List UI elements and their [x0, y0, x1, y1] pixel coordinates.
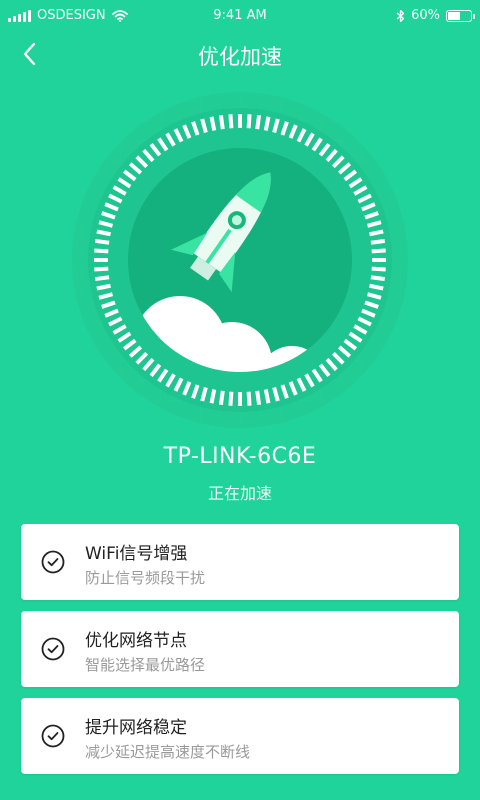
ring-tick [246, 114, 252, 129]
battery-percent: 60% [411, 8, 440, 23]
ring-tick [263, 389, 271, 404]
task-subtitle: 智能选择最优路径 [85, 656, 206, 674]
ring-tick [369, 229, 384, 237]
check-circle-icon [41, 550, 65, 574]
ring-tick [246, 391, 252, 406]
task-title: 优化网络节点 [85, 631, 187, 651]
ring-tick [96, 283, 111, 291]
ring-tick [371, 248, 386, 254]
check-circle-icon [41, 637, 65, 661]
ring-tick [96, 229, 111, 237]
task-title: WiFi信号增强 [85, 544, 188, 564]
ring-tick [369, 283, 384, 291]
progress-ring [70, 80, 410, 440]
ring-tick [255, 114, 262, 130]
page-title: 优化加速 [198, 45, 282, 69]
ring-tick [371, 266, 386, 272]
ring-tick [209, 389, 217, 404]
nav-bar: 优化加速 [0, 32, 480, 76]
task-card-wifi-boost[interactable]: WiFi信号增强 防止信号频段干扰 [21, 524, 459, 600]
ring-tick [94, 248, 109, 254]
ring-tick [218, 114, 225, 130]
check-circle-icon [41, 724, 65, 748]
battery-icon [446, 9, 475, 22]
ring-tick [370, 238, 386, 245]
task-title: 提升网络稳定 [85, 718, 187, 738]
ring-tick [228, 391, 234, 406]
status-bar: OSDESIGN 9:41 AM 60% [0, 0, 480, 32]
ring-tick [218, 390, 225, 406]
ring-tick [94, 266, 109, 272]
ring-tick [94, 275, 110, 282]
bluetooth-icon [396, 9, 405, 22]
task-card-stability[interactable]: 提升网络稳定 减少延迟提高速度不断线 [21, 698, 459, 774]
ring-tick [370, 275, 386, 282]
ring-tick [94, 238, 110, 245]
ring-tick [263, 116, 271, 131]
ring-tick [209, 116, 217, 131]
status-right: 60% [396, 8, 475, 23]
task-subtitle: 防止信号频段干扰 [85, 569, 206, 587]
device-name: TP-LINK-6C6E [163, 444, 317, 469]
accelerate-illustration [0, 80, 480, 440]
task-subtitle: 减少延迟提高速度不断线 [85, 743, 251, 761]
accelerating-status: 正在加速 [207, 484, 272, 503]
ring-tick [228, 114, 234, 129]
ring-tick [255, 390, 262, 406]
task-card-optimize-node[interactable]: 优化网络节点 智能选择最优路径 [21, 611, 459, 687]
